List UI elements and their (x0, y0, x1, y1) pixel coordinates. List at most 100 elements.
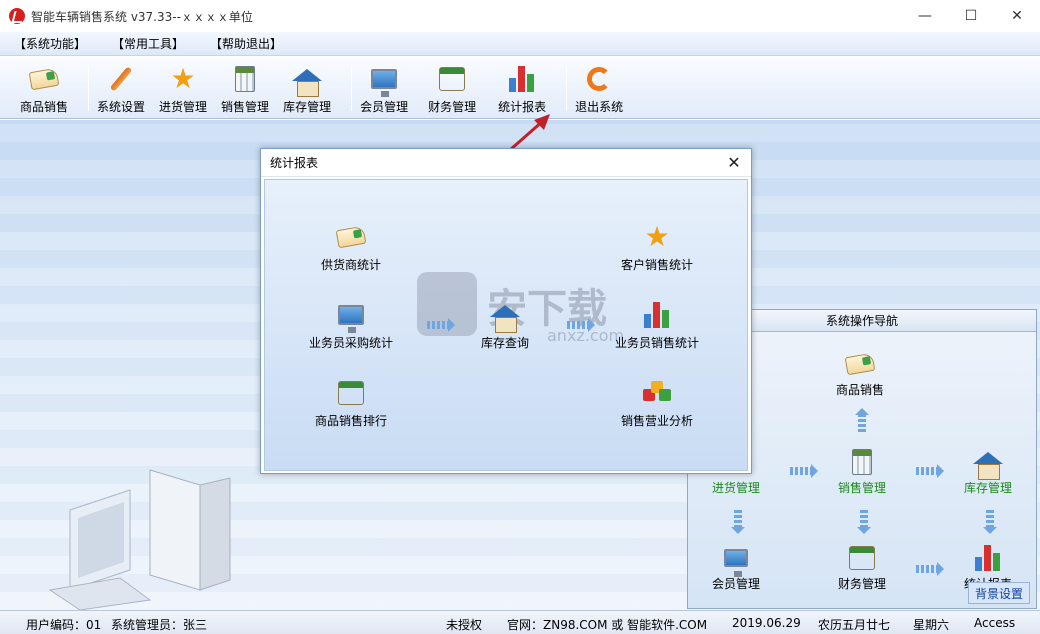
dialog-salesman-purchase-stats[interactable]: 业务员采购统计 (309, 300, 393, 351)
dialog-item-label: 供货商统计 (321, 258, 382, 272)
arrow-right-icon (916, 562, 944, 576)
toolbar-label: 库存管理 (283, 100, 332, 114)
background-settings-button[interactable]: 背景设置 (968, 582, 1030, 604)
close-window-button[interactable]: ✕ (994, 0, 1040, 32)
maximize-button[interactable]: ☐ (948, 0, 994, 32)
title-bar: 智能车辆销售系统 v37.33--ｘｘｘｘ单位 — ☐ ✕ (0, 0, 1040, 32)
toolbar-sales-button[interactable]: 销售管理 (221, 57, 269, 117)
house-icon (973, 448, 1003, 480)
toolbar-label: 商品销售 (20, 100, 69, 114)
hand-card-icon (28, 64, 60, 94)
status-user-code: 用户编码：01 (26, 618, 102, 632)
nav-label: 进货管理 (712, 481, 761, 495)
house-icon (292, 64, 323, 97)
toolbar-finance-button[interactable]: 财务管理 (428, 57, 476, 117)
hand-card-icon (335, 222, 367, 252)
dialog-title: 统计报表 (261, 149, 751, 177)
nav-member[interactable]: 会员管理 (712, 544, 760, 592)
bar-chart-icon (642, 300, 672, 330)
toolbar-product-sales-button[interactable]: 商品销售 (20, 57, 68, 117)
cubes-icon (642, 378, 672, 408)
arrow-right-icon (790, 464, 818, 478)
window-title: 智能车辆销售系统 v37.33--ｘｘｘｘ单位 (31, 9, 253, 24)
nav-inventory[interactable]: 库存管理 (964, 448, 1012, 496)
dialog-item-label: 商品销售排行 (315, 414, 388, 428)
cash-register-icon (336, 378, 366, 408)
arrow-down-icon (983, 510, 997, 534)
nav-label: 商品销售 (836, 383, 885, 397)
toolbar-inventory-button[interactable]: 库存管理 (283, 57, 331, 117)
toolbar-separator (351, 65, 353, 111)
toolbar-label: 销售管理 (221, 100, 270, 114)
status-website: 官网：ZN98.COM 或 智能软件.COM (507, 618, 708, 632)
dialog-item-label: 业务员采购统计 (309, 336, 394, 350)
dialog-salesman-sales-stats[interactable]: 业务员销售统计 (615, 300, 699, 351)
nav-sales[interactable]: 销售管理 (838, 448, 886, 496)
bar-chart-icon (507, 64, 537, 94)
dialog-item-label: 库存查询 (481, 336, 530, 350)
computer-illustration (48, 469, 231, 610)
nav-label: 财务管理 (838, 577, 887, 591)
status-date: 2019.06.29 (732, 616, 801, 630)
status-weekday: 星期六 (913, 618, 950, 632)
menu-common-tools[interactable]: 【常用工具】 (112, 35, 184, 52)
nav-label: 会员管理 (712, 577, 761, 591)
minimize-button[interactable]: — (902, 0, 948, 32)
dialog-customer-sales-stats[interactable]: ★ 客户销售统计 (621, 222, 693, 273)
nav-label: 销售管理 (838, 481, 887, 495)
toolbar-system-settings-button[interactable]: 系统设置 (97, 57, 145, 117)
menu-system-functions[interactable]: 【系统功能】 (14, 35, 86, 52)
hand-card-icon (844, 350, 876, 378)
status-admin: 系统管理员：张三 (111, 618, 208, 632)
nav-finance[interactable]: 财务管理 (838, 544, 886, 592)
toolbar-label: 退出系统 (575, 100, 624, 114)
dialog-item-label: 客户销售统计 (621, 258, 694, 272)
status-license: 未授权 (446, 618, 483, 632)
arrow-right-icon (427, 318, 455, 332)
calculator-icon (848, 448, 876, 476)
statistics-report-dialog: 统计报表 ✕ 安下载 anxz.com 供货商统计 ★ 客户销售统计 业务员采购… (260, 148, 752, 474)
monitor-icon (722, 544, 750, 577)
toolbar-separator (88, 65, 90, 111)
cash-register-icon (848, 544, 876, 572)
arrow-right-icon (567, 318, 595, 332)
toolbar-separator (566, 65, 568, 111)
toolbar-label: 进货管理 (159, 100, 208, 114)
menu-help-exit[interactable]: 【帮助退出】 (210, 35, 282, 52)
dialog-item-label: 销售营业分析 (621, 414, 694, 428)
status-database: Access (974, 616, 1016, 630)
monitor-icon (369, 64, 399, 97)
wrench-icon (106, 64, 136, 94)
toolbar-label: 财务管理 (428, 100, 477, 114)
exit-icon (584, 64, 614, 94)
arrow-down-icon (857, 510, 871, 534)
dialog-product-sales-ranking[interactable]: 商品销售排行 (315, 378, 387, 429)
arrow-down-icon (731, 510, 745, 534)
status-bar: 用户编码：01 系统管理员：张三 未授权 官网：ZN98.COM 或 智能软件.… (0, 610, 1040, 634)
house-icon (490, 300, 520, 333)
star-icon: ★ (644, 220, 670, 253)
dialog-close-button[interactable]: ✕ (725, 154, 743, 172)
toolbar-exit-button[interactable]: 退出系统 (575, 57, 623, 117)
dialog-item-label: 业务员销售统计 (615, 336, 700, 350)
dialog-supplier-stats[interactable]: 供货商统计 (321, 222, 381, 273)
app-logo-icon (9, 8, 25, 24)
arrow-up-icon (855, 408, 869, 432)
nav-label: 库存管理 (964, 481, 1013, 495)
dialog-body: 安下载 anxz.com 供货商统计 ★ 客户销售统计 业务员采购统计 库存查询… (264, 179, 748, 471)
menu-bar: 【系统功能】 【常用工具】 【帮助退出】 (0, 32, 1040, 56)
toolbar-label: 会员管理 (360, 100, 409, 114)
arrow-right-icon (916, 464, 944, 478)
toolbar-member-button[interactable]: 会员管理 (360, 57, 408, 117)
toolbar-purchase-button[interactable]: ★ 进货管理 (159, 57, 207, 117)
nav-product-sales[interactable]: 商品销售 (836, 350, 884, 398)
cash-register-icon (437, 64, 467, 94)
bar-chart-icon (974, 544, 1002, 572)
dialog-sales-business-analysis[interactable]: 销售营业分析 (621, 378, 693, 429)
status-lunar-date: 农历五月廿七 (818, 618, 891, 632)
dialog-inventory-query[interactable]: 库存查询 (481, 300, 529, 351)
calculator-icon (230, 64, 260, 94)
monitor-icon (336, 300, 366, 333)
star-icon: ★ (170, 62, 196, 95)
toolbar-label: 系统设置 (97, 100, 146, 114)
